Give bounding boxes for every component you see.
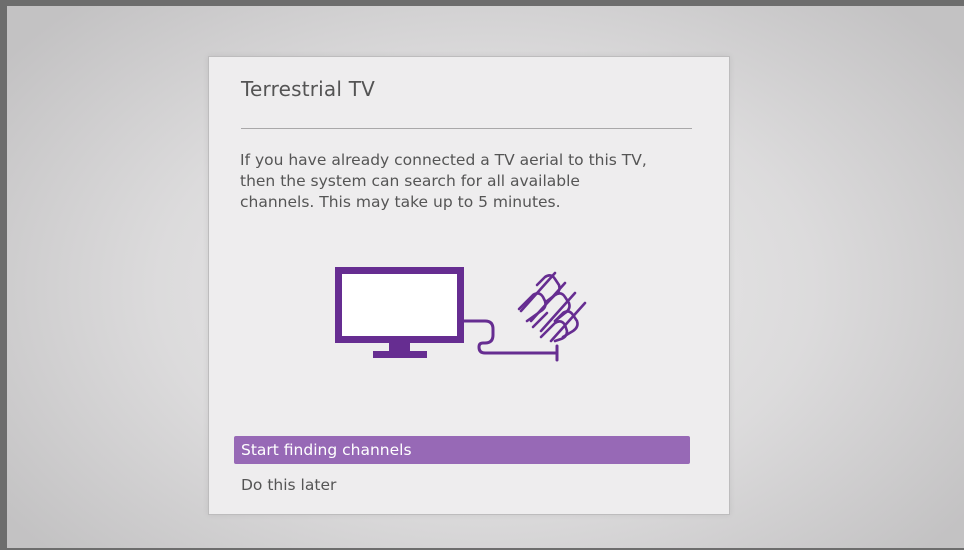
terrestrial-tv-dialog: Terrestrial TV If you have already conne… (208, 56, 730, 515)
title-divider (241, 128, 692, 129)
screen-background: Terrestrial TV If you have already conne… (0, 0, 964, 550)
tv-icon (335, 267, 464, 358)
dialog-description: If you have already connected a TV aeria… (240, 151, 647, 211)
dialog-title: Terrestrial TV (241, 77, 375, 101)
aerial-icon (517, 271, 587, 343)
start-finding-channels-button[interactable]: Start finding channels (234, 436, 690, 464)
tv-aerial-illustration (335, 267, 587, 362)
do-this-later-button[interactable]: Do this later (234, 471, 690, 499)
